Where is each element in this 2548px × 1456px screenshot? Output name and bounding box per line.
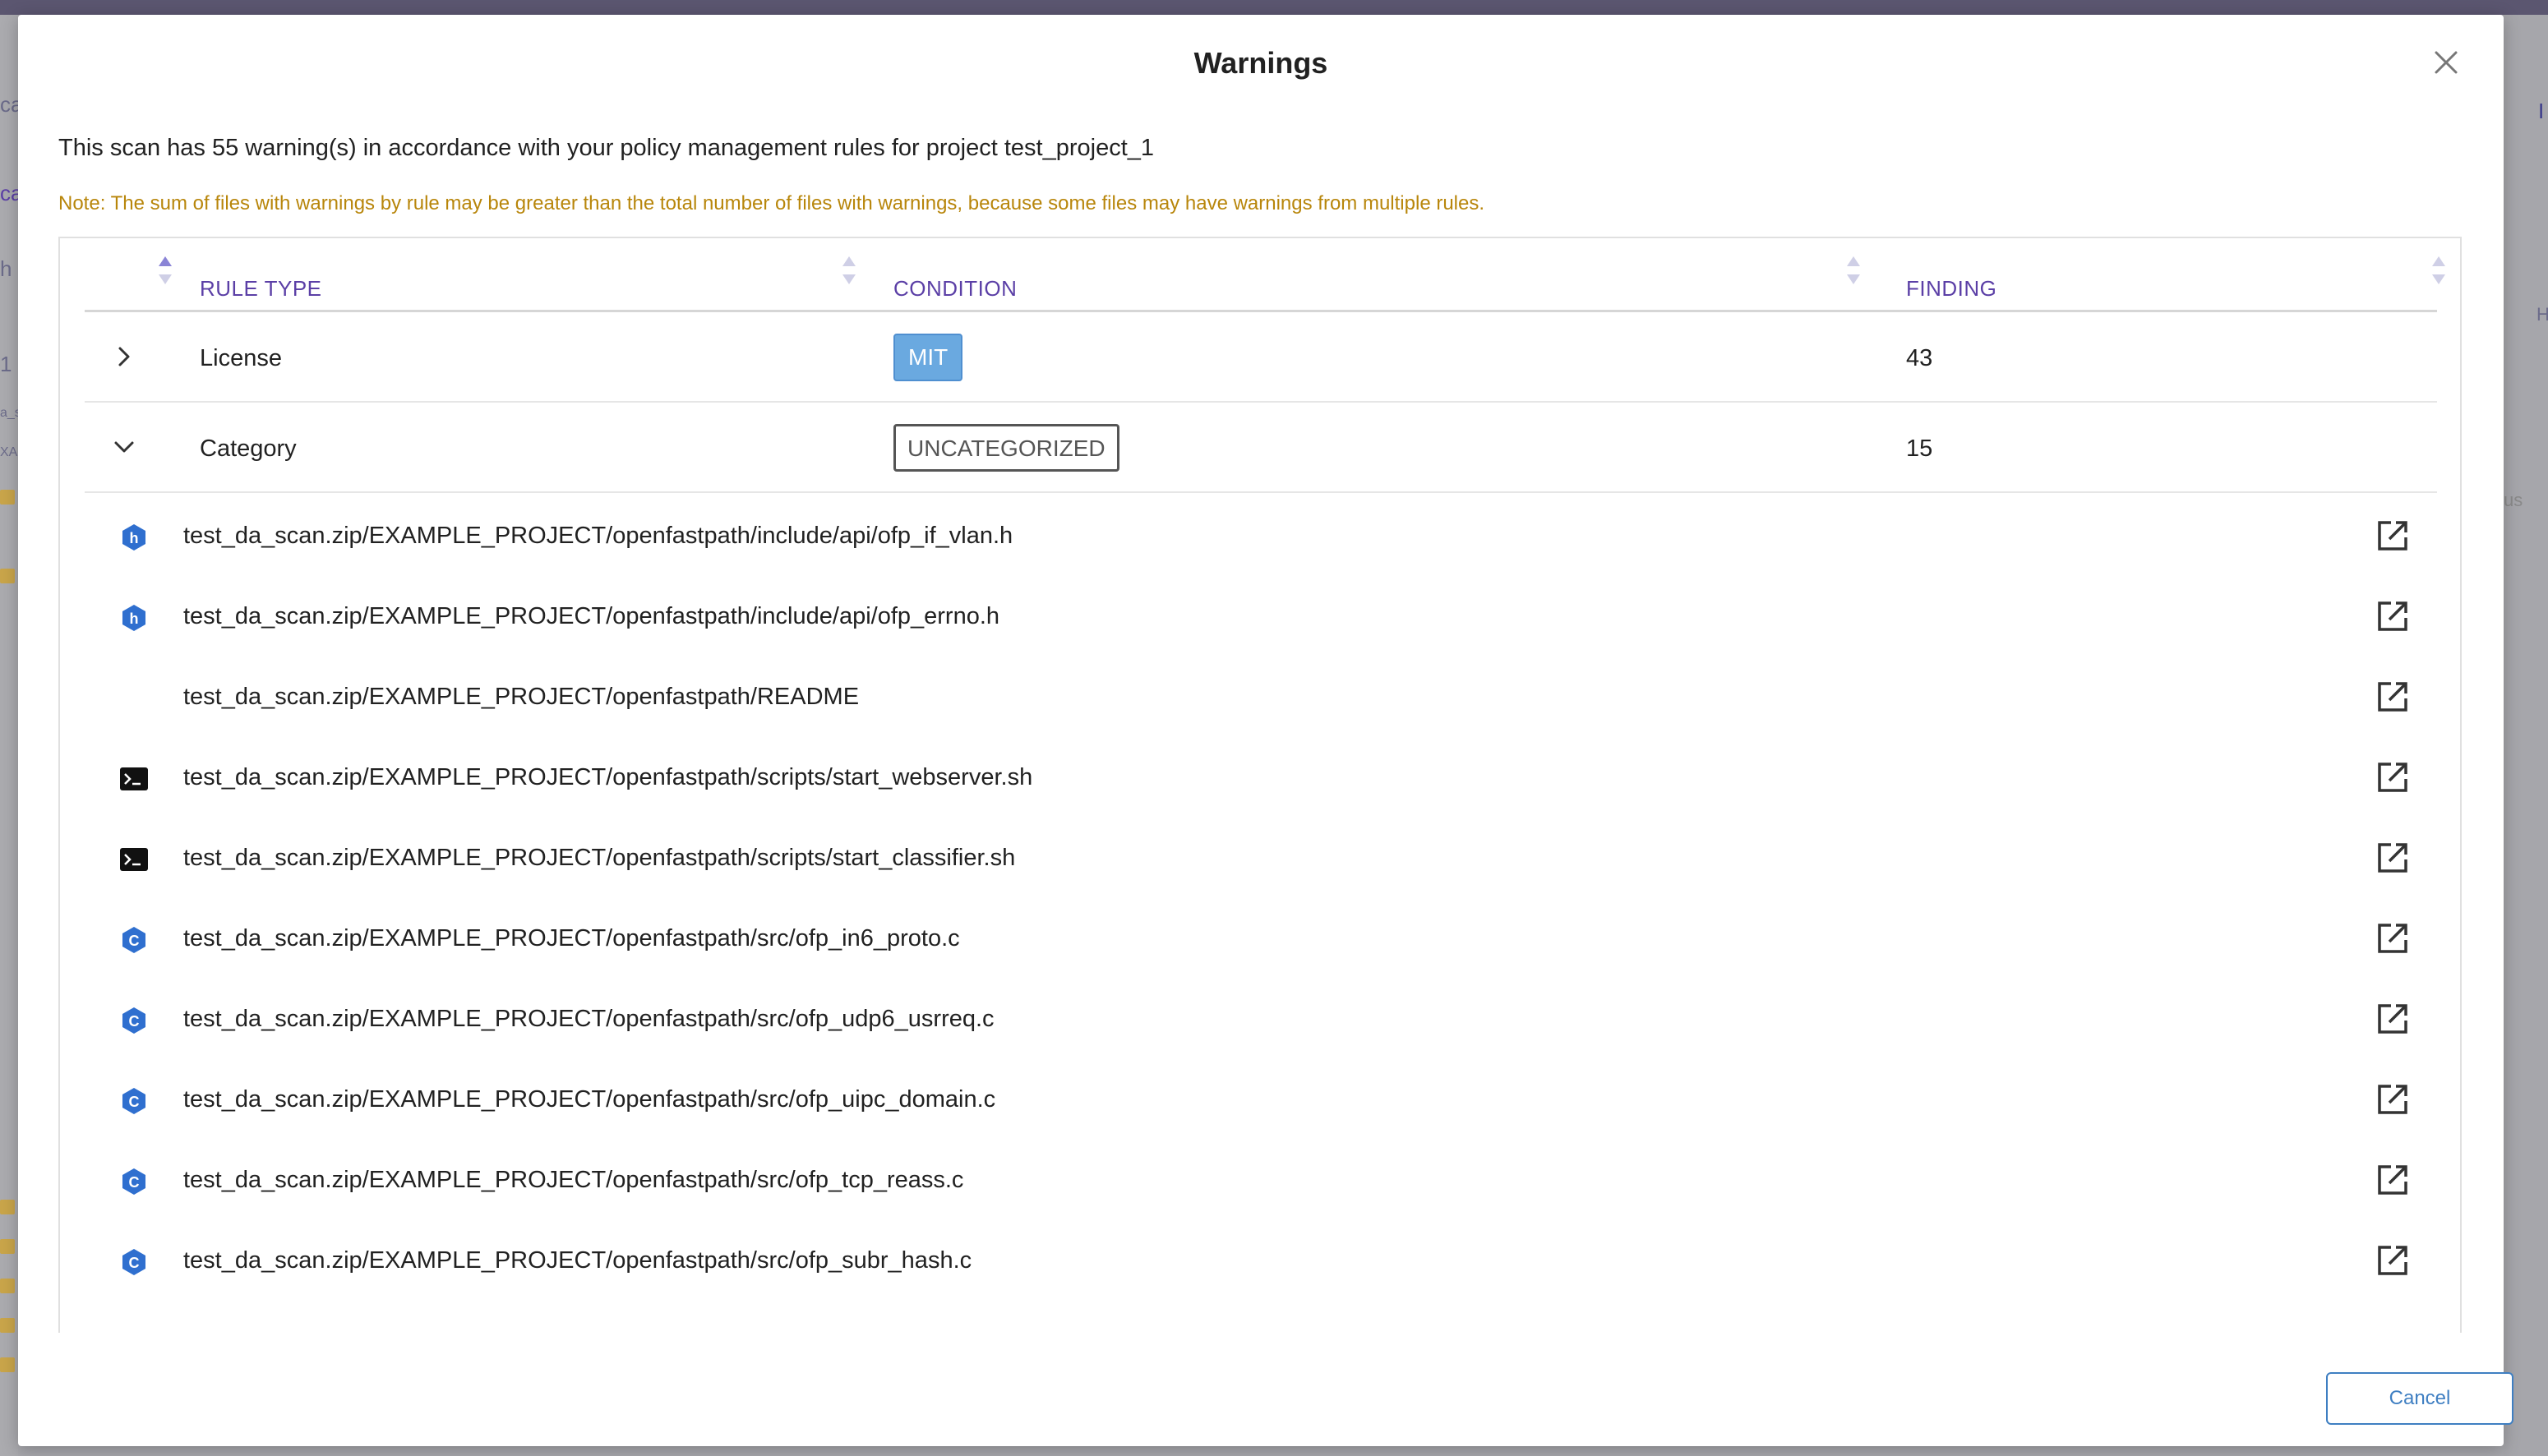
background-folder-icon bbox=[0, 1279, 15, 1293]
open-external-icon[interactable] bbox=[2375, 1162, 2411, 1198]
file-row: C test_da_scan.zip/EXAMPLE_PROJECT/openf… bbox=[85, 976, 2437, 1057]
chevron-down-icon[interactable] bbox=[113, 435, 136, 458]
svg-text:C: C bbox=[129, 1255, 140, 1271]
sort-icon[interactable] bbox=[1845, 256, 1862, 294]
file-path-link[interactable]: test_da_scan.zip/EXAMPLE_PROJECT/openfas… bbox=[183, 603, 999, 630]
file-path-link[interactable]: test_da_scan.zip/EXAMPLE_PROJECT/openfas… bbox=[183, 1167, 963, 1194]
svg-text:C: C bbox=[129, 1174, 140, 1191]
open-external-icon[interactable] bbox=[2375, 518, 2411, 554]
file-row: C test_da_scan.zip/EXAMPLE_PROJECT/openf… bbox=[85, 896, 2437, 976]
background-text: I bbox=[2538, 99, 2545, 123]
open-external-icon[interactable] bbox=[2375, 598, 2411, 634]
c-file-icon: C bbox=[119, 1247, 149, 1277]
warning-summary: This scan has 55 warning(s) in accordanc… bbox=[58, 135, 1155, 161]
table-row[interactable]: License MIT 43 bbox=[85, 314, 2437, 403]
terminal-icon bbox=[119, 764, 149, 794]
svg-text:C: C bbox=[129, 933, 140, 949]
svg-text:C: C bbox=[129, 1013, 140, 1030]
file-row: test_da_scan.zip/EXAMPLE_PROJECT/openfas… bbox=[85, 815, 2437, 896]
column-header-rule-type[interactable]: RULE TYPE bbox=[200, 276, 322, 302]
cancel-button[interactable]: Cancel bbox=[2326, 1372, 2513, 1425]
open-external-icon[interactable] bbox=[2375, 840, 2411, 876]
condition-tag-uncategorized[interactable]: UNCATEGORIZED bbox=[893, 424, 1119, 472]
warnings-dialog: Warnings This scan has 55 warning(s) in … bbox=[18, 15, 2513, 1446]
sort-icon[interactable] bbox=[157, 256, 173, 294]
svg-text:h: h bbox=[130, 611, 139, 627]
terminal-icon bbox=[119, 845, 149, 874]
file-row: C test_da_scan.zip/EXAMPLE_PROJECT/openf… bbox=[85, 1137, 2437, 1218]
open-external-icon[interactable] bbox=[2375, 759, 2411, 795]
file-row: C test_da_scan.zip/EXAMPLE_PROJECT/openf… bbox=[85, 1057, 2437, 1137]
file-row: h test_da_scan.zip/EXAMPLE_PROJECT/openf… bbox=[85, 493, 2437, 574]
file-row: C test_da_scan.zip/EXAMPLE_PROJECT/openf… bbox=[85, 1218, 2437, 1298]
warning-note: Note: The sum of files with warnings by … bbox=[58, 192, 1485, 214]
file-path-link[interactable]: test_da_scan.zip/EXAMPLE_PROJECT/openfas… bbox=[183, 1086, 995, 1113]
background-text: XA bbox=[0, 445, 18, 459]
column-header-finding[interactable]: FINDING bbox=[1906, 276, 1996, 302]
background-folder-icon bbox=[0, 1200, 15, 1214]
column-header-condition[interactable]: CONDITION bbox=[893, 276, 1017, 302]
file-path-link[interactable]: test_da_scan.zip/EXAMPLE_PROJECT/openfas… bbox=[183, 764, 1032, 791]
open-external-icon[interactable] bbox=[2375, 1001, 2411, 1037]
condition-tag-mit[interactable]: MIT bbox=[893, 334, 963, 381]
background-folder-icon bbox=[0, 1357, 15, 1372]
file-path-link[interactable]: test_da_scan.zip/EXAMPLE_PROJECT/openfas… bbox=[183, 684, 859, 711]
background-folder-icon bbox=[0, 1318, 15, 1333]
rule-type-cell: Category bbox=[200, 435, 297, 462]
background-right-column bbox=[2504, 15, 2548, 1456]
open-external-icon[interactable] bbox=[2375, 920, 2411, 956]
c-file-icon: C bbox=[119, 1006, 149, 1035]
dialog-title: Warnings bbox=[1193, 46, 1328, 80]
c-file-icon: C bbox=[119, 925, 149, 955]
file-path-link[interactable]: test_da_scan.zip/EXAMPLE_PROJECT/openfas… bbox=[183, 845, 1015, 872]
file-path-link[interactable]: test_da_scan.zip/EXAMPLE_PROJECT/openfas… bbox=[183, 1006, 995, 1033]
file-row: test_da_scan.zip/EXAMPLE_PROJECT/openfas… bbox=[85, 654, 2437, 735]
c-file-icon: C bbox=[119, 1086, 149, 1116]
file-row: h test_da_scan.zip/EXAMPLE_PROJECT/openf… bbox=[85, 574, 2437, 654]
header-file-icon: h bbox=[119, 603, 149, 633]
open-external-icon[interactable] bbox=[2375, 1242, 2411, 1279]
finding-count: 43 bbox=[1906, 345, 1933, 371]
background-header bbox=[0, 0, 2548, 15]
svg-text:C: C bbox=[129, 1094, 140, 1110]
close-icon[interactable] bbox=[2426, 43, 2466, 82]
background-folder-icon bbox=[0, 1239, 15, 1254]
file-row: test_da_scan.zip/EXAMPLE_PROJECT/openfas… bbox=[85, 735, 2437, 815]
sort-icon[interactable] bbox=[841, 256, 857, 294]
rule-type-cell: License bbox=[200, 345, 282, 371]
warnings-table: RULE TYPE CONDITION FINDING License MIT … bbox=[58, 237, 2462, 1333]
background-text: us bbox=[2504, 490, 2523, 510]
table-header: RULE TYPE CONDITION FINDING bbox=[85, 238, 2445, 312]
open-external-icon[interactable] bbox=[2375, 1081, 2411, 1117]
file-path-link[interactable]: test_da_scan.zip/EXAMPLE_PROJECT/openfas… bbox=[183, 523, 1013, 550]
header-file-icon: h bbox=[119, 523, 149, 552]
open-external-icon[interactable] bbox=[2375, 679, 2411, 715]
file-path-link[interactable]: test_da_scan.zip/EXAMPLE_PROJECT/openfas… bbox=[183, 1247, 972, 1274]
background-text: h bbox=[0, 256, 12, 281]
svg-text:h: h bbox=[130, 530, 139, 546]
sort-icon[interactable] bbox=[2430, 256, 2447, 294]
c-file-icon: C bbox=[119, 1167, 149, 1196]
table-row[interactable]: Category UNCATEGORIZED 15 bbox=[85, 404, 2437, 493]
background-text: H bbox=[2536, 304, 2548, 325]
finding-count: 15 bbox=[1906, 435, 1933, 462]
background-folder-icon bbox=[0, 490, 15, 505]
chevron-right-icon[interactable] bbox=[113, 345, 136, 368]
background-text: 1 bbox=[0, 352, 12, 376]
background-folder-icon bbox=[0, 569, 15, 583]
file-path-link[interactable]: test_da_scan.zip/EXAMPLE_PROJECT/openfas… bbox=[183, 925, 960, 952]
